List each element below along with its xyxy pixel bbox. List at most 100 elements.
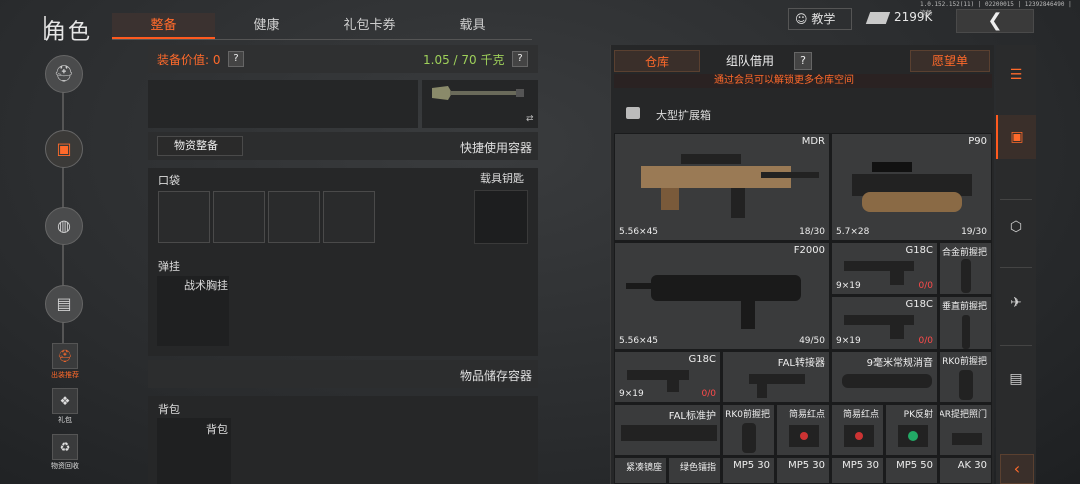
item-name: MP5 50 <box>896 460 933 471</box>
item-p90[interactable]: P90 5.7×28 19/30 <box>831 133 992 241</box>
item-name: 9毫米常规消音 <box>866 358 933 369</box>
item-g18c[interactable]: G18C 9×19 0/0 <box>831 242 938 295</box>
item-alloy-grip[interactable]: 合金前握把 <box>939 242 992 295</box>
crate-icon[interactable]: ▤ <box>45 285 83 323</box>
carry-handle-icon <box>952 433 982 445</box>
item-rk0-grip[interactable]: RK0前握把 <box>722 404 775 456</box>
grip-icon <box>961 259 971 293</box>
item-name: G18C <box>905 245 933 256</box>
melee-slot[interactable] <box>148 80 418 128</box>
item-compact-mount[interactable]: 紧凑镜座 <box>614 457 667 484</box>
cash-icon <box>865 11 891 24</box>
recycle-label: 物资回收 <box>51 462 79 470</box>
item-name: 合金前握把 <box>941 248 987 258</box>
gift-button[interactable]: ❖ 礼包 <box>48 388 82 425</box>
recycle-icon: ♻ <box>52 434 78 460</box>
item-mp5-mag[interactable]: MP5 30 <box>776 457 830 484</box>
item-count: 0/0 <box>919 281 933 291</box>
item-ar-carry-handle[interactable]: AR提把照门 <box>939 404 992 456</box>
tab-team-borrow[interactable]: 组队借用 <box>708 50 792 72</box>
item-name: 简易红点 <box>842 410 879 420</box>
item-count-value: 0/0 <box>918 281 933 291</box>
item-rk0-grip[interactable]: RK0前握把 <box>939 351 992 403</box>
item-name: 简易红点 <box>788 410 825 420</box>
ammo-box-icon[interactable]: ▤ <box>996 357 1036 401</box>
item-count: 0/0 <box>702 389 716 399</box>
item-f2000[interactable]: F2000 5.56×45 49/50 <box>614 242 830 350</box>
sight-icon <box>844 425 874 447</box>
item-pk-reflex[interactable]: PK反射 <box>885 404 938 456</box>
weight-help-button[interactable]: ? <box>512 51 528 67</box>
pocket-slot[interactable] <box>213 191 265 243</box>
gift-icon: ❖ <box>52 388 78 414</box>
recommend-label: 出装推荐 <box>51 371 79 379</box>
item-name: MDR <box>801 136 825 147</box>
bag-icon[interactable]: ◍ <box>45 207 83 245</box>
rifle-icon <box>641 154 819 218</box>
container-icon <box>626 107 640 119</box>
back-button[interactable]: ❮ <box>956 9 1034 33</box>
container-name: 大型扩展箱 <box>656 109 711 122</box>
grip-icon <box>962 315 970 349</box>
item-mp5-mag[interactable]: MP5 50 <box>885 457 938 484</box>
sight-icon <box>789 425 819 447</box>
material-prep-label: 物资整备 <box>174 139 218 152</box>
item-red-dot[interactable]: 简易红点 <box>831 404 884 456</box>
item-name: RK0前握把 <box>942 357 987 367</box>
wishlist-button[interactable]: 愿望单 <box>910 50 990 72</box>
weight-display: 1.05 / 70 千克 <box>423 53 505 67</box>
rail-divider <box>1000 345 1032 346</box>
item-name: P90 <box>968 136 987 147</box>
recycle-button[interactable]: ♻ 物资回收 <box>48 434 82 471</box>
item-name: MP5 30 <box>788 460 825 471</box>
equipment-value: 装备价值: 0 <box>157 53 221 67</box>
vehicle-key-label: 载具钥匙 <box>480 172 524 185</box>
material-prep-button[interactable]: 物资整备 <box>157 136 243 156</box>
item-mdr[interactable]: MDR 5.56×45 18/30 <box>614 133 830 241</box>
tab-vehicle[interactable]: 载具 <box>421 13 524 39</box>
swap-icon[interactable]: ⇄ <box>526 114 534 124</box>
rifle-icon[interactable]: ✈ <box>996 281 1036 325</box>
backpack-icon[interactable]: ▣ <box>45 130 83 168</box>
item-count: 18/30 <box>799 227 825 237</box>
item-vertical-grip[interactable]: 垂直前握把 <box>939 296 992 350</box>
pocket-slot[interactable] <box>323 191 375 243</box>
item-name: MP5 30 <box>842 460 879 471</box>
item-fal-handguard[interactable]: FAL标准护 <box>614 404 721 456</box>
item-mp5-mag[interactable]: MP5 30 <box>722 457 775 484</box>
collapse-button[interactable]: ‹ <box>1000 454 1034 484</box>
grip-icon <box>742 423 756 453</box>
pocket-slot[interactable] <box>158 191 210 243</box>
helmet-icon[interactable]: ⛑ <box>45 55 83 93</box>
item-g18c[interactable]: G18C 9×19 0/0 <box>831 296 938 350</box>
suppressor-icon <box>842 374 932 388</box>
storage-help-button[interactable]: ? <box>794 52 812 70</box>
item-fal-adapter[interactable]: FAL转接器 <box>722 351 830 403</box>
tab-gift-cards[interactable]: 礼包卡券 <box>318 13 421 39</box>
vehicle-key-slot[interactable] <box>474 190 528 244</box>
smg-icon <box>852 162 972 212</box>
tab-health[interactable]: 健康 <box>215 13 318 39</box>
item-name: 紧凑镜座 <box>625 463 662 473</box>
tab-warehouse[interactable]: 仓库 <box>614 50 700 72</box>
item-mp5-mag[interactable]: MP5 30 <box>831 457 884 484</box>
item-ak-mag[interactable]: AK 30 <box>939 457 992 484</box>
storage-grid: MDR 5.56×45 18/30 P90 5.7×28 19/30 F2000… <box>614 133 992 484</box>
item-ammo: 9×19 <box>619 389 644 399</box>
sort-icon[interactable]: ☰ <box>996 53 1036 97</box>
item-count-value: 0/0 <box>701 389 716 399</box>
tab-equip[interactable]: 整备 <box>112 13 215 39</box>
page-title: 角色 <box>44 20 93 45</box>
cube-icon[interactable]: ⬡ <box>996 205 1036 249</box>
item-red-dot[interactable]: 简易红点 <box>776 404 830 456</box>
item-name: MP5 30 <box>733 460 770 471</box>
loadout-recommend-button[interactable]: ⛑ 出装推荐 <box>48 343 82 380</box>
item-suppressor[interactable]: 9毫米常规消音 <box>831 351 938 403</box>
storage-icon[interactable]: ▣ <box>996 115 1036 159</box>
item-green-laser[interactable]: 绿色镭指 <box>668 457 721 484</box>
pocket-slot[interactable] <box>268 191 320 243</box>
tutorial-button[interactable]: ☺ 教学 <box>788 8 852 30</box>
tutorial-label: 教学 <box>811 12 836 26</box>
item-g18c[interactable]: G18C 9×19 0/0 <box>614 351 721 403</box>
equipment-help-button[interactable]: ? <box>228 51 244 67</box>
